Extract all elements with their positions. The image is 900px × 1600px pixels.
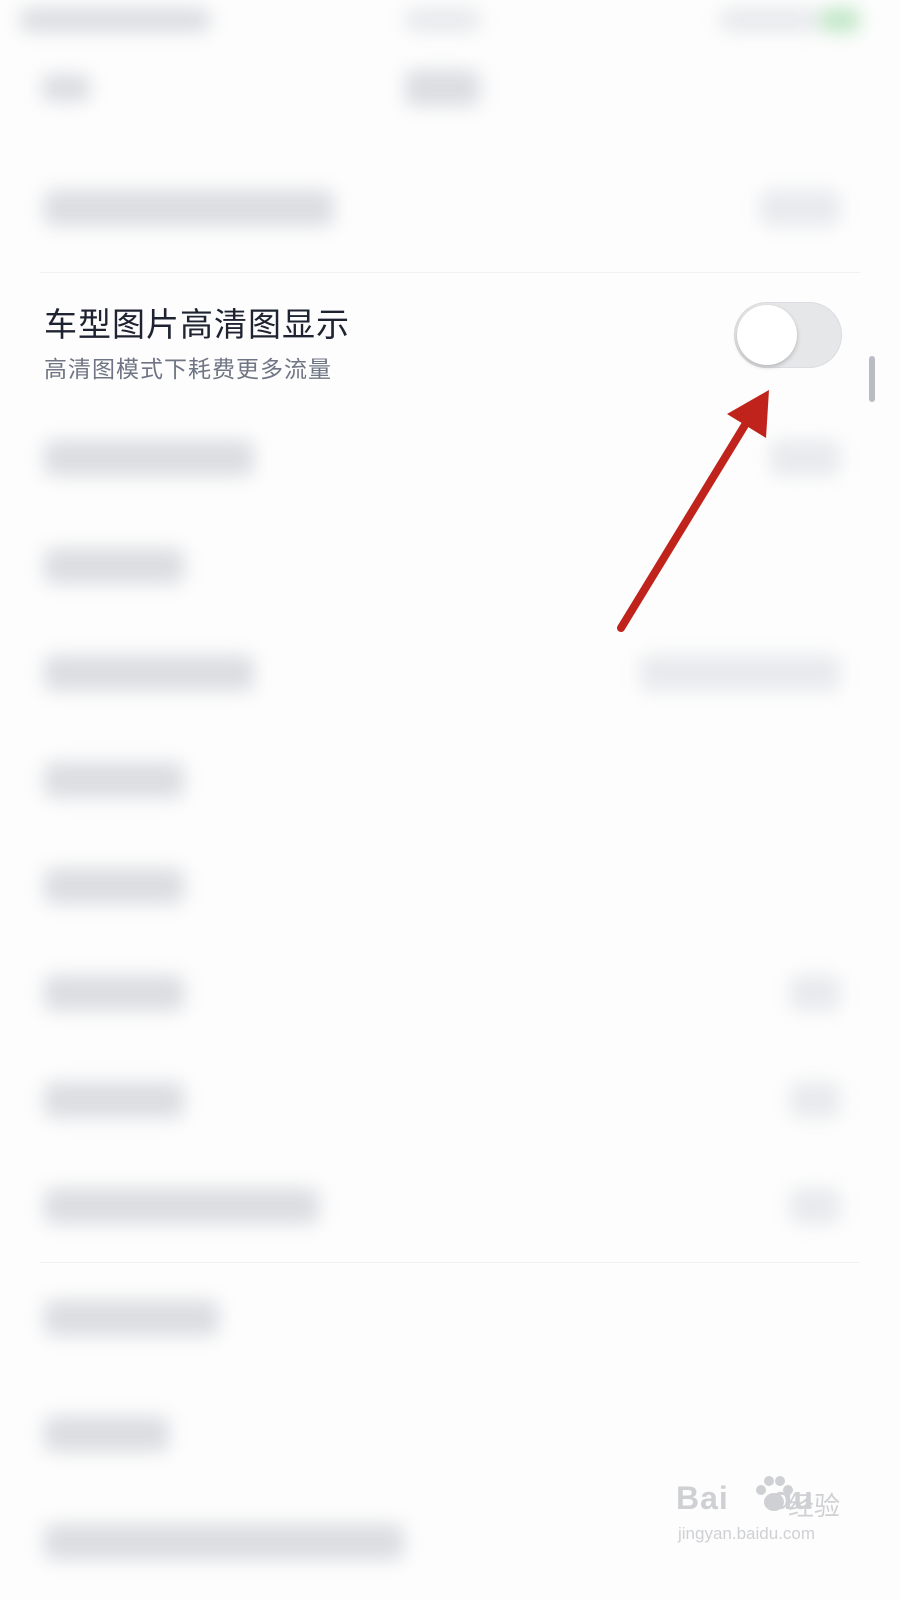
watermark-brand-cn: 经验 <box>788 1492 841 1522</box>
red-arrow-icon <box>617 390 769 632</box>
baidu-jingyan-watermark: Bai du 经验 jingyan.baidu.com <box>676 1472 846 1552</box>
watermark-url: jingyan.baidu.com <box>678 1524 816 1543</box>
settings-page: 车型图片高清图显示 高清图模式下耗费更多流量 Bai du 经验 jingyan… <box>0 0 900 1600</box>
